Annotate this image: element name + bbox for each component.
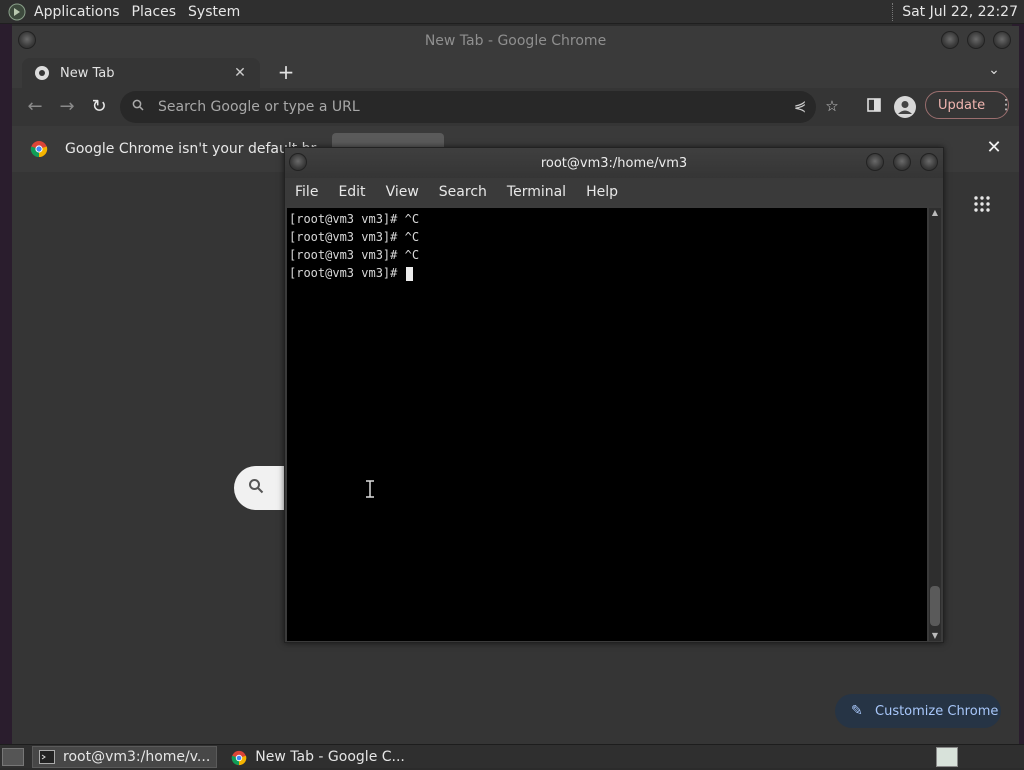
terminal-titlebar[interactable]: root@vm3:/home/vm3 (285, 148, 943, 178)
customize-chrome-label: Customize Chrome (875, 703, 999, 719)
show-desktop-icon[interactable] (2, 747, 24, 766)
taskbar-item-label: New Tab - Google C... (255, 748, 405, 765)
tab-search-chevron-icon[interactable]: ⌄ (984, 62, 1004, 82)
clock[interactable]: Sat Jul 22, 22:27 (902, 4, 1024, 20)
omnibox[interactable]: Search Google or type a URL ⋞ ☆ (120, 91, 839, 123)
maximize-button[interactable] (967, 31, 985, 49)
workspace-switcher[interactable] (936, 747, 958, 767)
minimize-button[interactable] (941, 31, 959, 49)
desktop-edge-left (0, 24, 12, 744)
terminal-minimize-button[interactable] (866, 153, 884, 171)
side-panel-icon[interactable] (862, 95, 886, 119)
kebab-menu-icon[interactable]: ⋮ (999, 97, 1013, 113)
terminal-window: root@vm3:/home/vm3 File Edit View Search… (284, 147, 944, 643)
infobar-message: Google Chrome isn't your default br (65, 141, 317, 157)
terminal-window-title: root@vm3:/home/vm3 (540, 155, 688, 171)
terminal-menu-search[interactable]: Search (429, 184, 497, 200)
terminal-menu-terminal[interactable]: Terminal (497, 184, 576, 200)
chrome-logo-icon (30, 140, 48, 158)
chrome-favicon-icon (34, 65, 50, 81)
taskbar-item-chrome[interactable]: New Tab - Google C... (225, 746, 411, 768)
ntp-search-icon (248, 478, 264, 498)
scroll-down-arrow-icon[interactable]: ▼ (929, 631, 941, 641)
close-window-button[interactable] (993, 31, 1011, 49)
terminal-scrollbar[interactable]: ▲ ▼ (929, 208, 941, 641)
share-icon[interactable]: ⋞ (790, 97, 810, 117)
terminal-line: [root@vm3 vm3]# ^C (289, 248, 420, 262)
infobar-close-icon[interactable]: ✕ (984, 138, 1004, 158)
terminal-menu-edit[interactable]: Edit (328, 184, 375, 200)
reload-icon[interactable]: ↻ (86, 94, 112, 120)
tab-title: New Tab (60, 65, 115, 81)
terminal-output[interactable]: [root@vm3 vm3]# ^C [root@vm3 vm3]# ^C [r… (287, 208, 927, 641)
terminal-line: [root@vm3 vm3]# ^C (289, 230, 420, 244)
taskbar: root@vm3:/home/v... New Tab - Google C..… (0, 744, 1024, 768)
google-apps-icon[interactable] (974, 196, 990, 212)
scroll-up-arrow-icon[interactable]: ▲ (929, 208, 941, 218)
terminal-maximize-button[interactable] (893, 153, 911, 171)
pencil-icon: ✎ (851, 703, 863, 719)
top-panel: Applications Places System Sat Jul 22, 2… (0, 0, 1024, 24)
terminal-prompt: [root@vm3 vm3]# (289, 266, 405, 280)
chrome-icon (231, 750, 247, 765)
text-cursor (405, 266, 413, 281)
menu-applications[interactable]: Applications (28, 0, 126, 24)
forward-arrow-icon[interactable]: → (54, 94, 80, 120)
tab-strip: New Tab ✕ + ⌄ (12, 56, 1019, 88)
bookmark-star-icon[interactable]: ☆ (822, 97, 842, 117)
taskbar-item-label: root@vm3:/home/v... (63, 748, 211, 765)
panel-separator (892, 2, 894, 21)
update-button[interactable]: Update ⋮ (925, 91, 1013, 119)
gnome-foot-icon[interactable] (6, 2, 28, 22)
update-label: Update (938, 97, 986, 113)
customize-chrome-button[interactable]: ✎ Customize Chrome (835, 694, 1001, 728)
terminal-menubar: File Edit View Search Terminal Help (285, 178, 943, 206)
terminal-icon (39, 749, 55, 764)
back-arrow-icon[interactable]: ← (22, 94, 48, 120)
terminal-close-button[interactable] (920, 153, 938, 171)
menu-places[interactable]: Places (126, 0, 183, 24)
terminal-prompt-line: [root@vm3 vm3]# (289, 264, 927, 282)
omnibox-placeholder: Search Google or type a URL (158, 99, 360, 115)
menu-system[interactable]: System (182, 0, 246, 24)
taskbar-item-terminal[interactable]: root@vm3:/home/v... (32, 745, 218, 768)
terminal-menu-help[interactable]: Help (576, 184, 628, 200)
window-menu-button[interactable] (18, 31, 36, 49)
terminal-line: [root@vm3 vm3]# ^C (289, 212, 420, 226)
chrome-window-title: New Tab - Google Chrome (424, 33, 607, 49)
tab-new-tab[interactable]: New Tab ✕ (22, 58, 260, 88)
tab-close-icon[interactable]: ✕ (232, 65, 248, 81)
terminal-menu-view[interactable]: View (376, 184, 429, 200)
profile-avatar-icon[interactable] (894, 96, 916, 118)
terminal-window-menu-button[interactable] (289, 153, 307, 171)
ibeam-pointer-icon (365, 480, 375, 498)
search-icon (132, 99, 148, 115)
terminal-menu-file[interactable]: File (285, 184, 328, 200)
toolbar: ← → ↻ Search Google or type a URL ⋞ ☆ Up… (12, 88, 1019, 126)
chrome-titlebar[interactable]: New Tab - Google Chrome (12, 26, 1019, 56)
scrollbar-thumb[interactable] (930, 586, 940, 626)
new-tab-button[interactable]: + (274, 60, 298, 84)
